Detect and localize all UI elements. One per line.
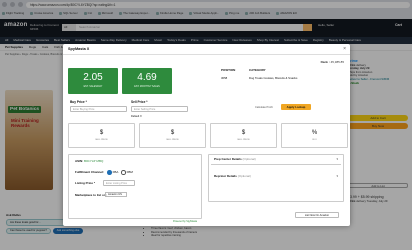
close-icon[interactable]: × [343,46,346,52]
marketplace-label: Marketplace to list on: [75,193,107,197]
sales-day-tile: 2.05 EST. SALES/DAY [68,68,118,94]
metric-value: $ [99,130,104,136]
fba-radio[interactable]: FBA [107,170,119,175]
calc-profit-label: Calculate Profit [255,106,273,109]
asin-value: B0CYL6YZBQ [84,159,104,163]
rank-label: Rank : [320,60,330,64]
default-x-label: Default X [131,115,142,118]
category-header: CATEGORY [249,68,266,72]
listing-price-label: Listing Price * [75,181,96,185]
prep-center-accordion[interactable]: Prep Center Details (Optional) ▾ [211,154,341,165]
monthly-sales-value: 4.69 [137,72,157,83]
metric-card: % ROI [281,123,348,148]
listing-panel [68,154,202,219]
metric-label: SELL PRICE [237,139,250,141]
listing-price-input[interactable]: Enter Listing Price [103,180,135,186]
metric-value: $ [241,130,246,136]
metric-value: % [311,130,318,136]
repricer-accordion[interactable]: Repricer Details (Optional) ▾ [211,171,341,182]
metric-value: $ [170,130,175,136]
rank-display: Rank : 45,385.85 [321,60,344,64]
position-value: 3058 [221,76,228,80]
metric-label: SELL PRICE [95,139,108,141]
sales-day-label: EST. SALES/DAY [83,85,103,88]
buy-price-input[interactable]: Enter Buying Price [70,106,127,112]
modal-title: SpyMasta X [68,47,90,51]
apply-lookup-button[interactable]: Apply Lookup [281,104,311,110]
position-header: POSITION [221,68,236,72]
marketplace-select[interactable]: Amazon US [105,192,127,197]
metric-card: $ SELL PRICE [68,123,135,148]
metric-label: SELL PRICE [166,139,179,141]
fulfillment-label: Fulfillment Channel: [75,170,104,174]
chevron-down-icon: ▾ [336,157,338,161]
buy-price-label: Buy Price * [70,100,87,104]
sell-price-label: Sell Price * [131,100,148,104]
repricer-label: Repricer Details [214,174,237,178]
divider [63,54,350,55]
asin-label: ASIN: [75,159,84,163]
monthly-sales-label: EST. MONTHLY SALES [134,85,160,88]
metric-card: $ SELL PRICE [210,123,277,148]
rank-value: 45,385.85 [330,60,344,64]
asin-display: ASIN: B0CYL6YZBQ [75,159,103,163]
fbm-radio[interactable]: FBM [121,170,133,175]
sales-day-value: 2.05 [83,72,103,83]
chevron-down-icon: ▾ [336,174,338,178]
metric-card: $ SELL PRICE [139,123,206,148]
repricer-optional: (Optional) [237,174,251,178]
spymasta-modal: SpyMasta X × Rank : 45,385.85 2.05 EST. … [63,44,350,226]
powered-by: Powered by SpyMasta [173,220,197,223]
sell-price-input[interactable]: Enter Selling Price [131,106,188,112]
prep-optional: (Optional) [242,157,256,161]
metric-label: ROI [312,139,317,141]
category-value: Dog Treats Cookies, Biscuits & Snacks [249,76,298,80]
prep-label: Prep Center Details [214,157,242,161]
monthly-sales-tile: 4.69 EST. MONTHLY SALES [122,68,172,94]
list-on-amazon-button[interactable]: List Now On Amazon [295,212,339,218]
